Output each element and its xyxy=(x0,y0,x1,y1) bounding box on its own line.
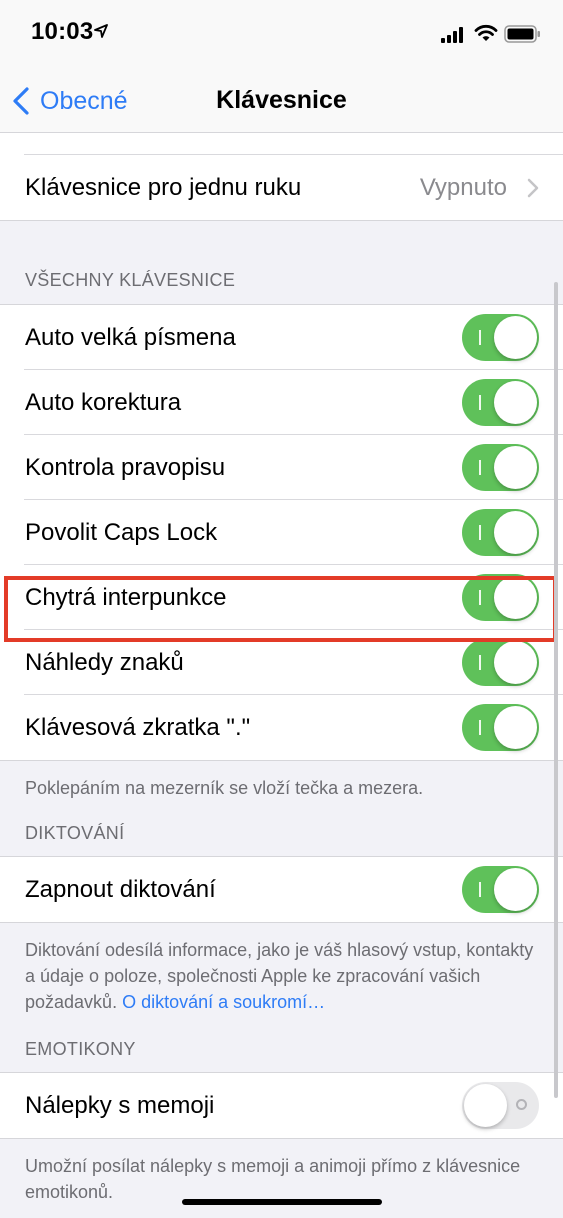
status-time: 10:03 xyxy=(31,18,94,45)
section-header-all-keyboards: VŠECHNY KLÁVESNICE xyxy=(25,270,236,290)
auto-capitalization-toggle[interactable] xyxy=(462,314,539,361)
page-title: Klávesnice xyxy=(216,86,347,114)
location-arrow-icon xyxy=(94,24,108,38)
row-label: Povolit Caps Lock xyxy=(25,518,218,546)
dictation-toggle[interactable] xyxy=(462,866,539,913)
emoji-footer: Umožní posílat nálepky s memoji a animoj… xyxy=(25,1156,521,1202)
row-label: Klávesová zkratka "." xyxy=(25,713,251,741)
settings-list: Klávesnice pro jednu ruku Vypnuto VŠECHN… xyxy=(0,133,563,1205)
all-keyboards-footer: Poklepáním na mezerník se vloží tečka a … xyxy=(25,778,424,798)
list-item-caps-lock: Povolit Caps Lock xyxy=(0,500,563,565)
dictation-privacy-link[interactable]: O diktování a soukromí… xyxy=(122,992,325,1012)
row-label: Nálepky s memoji xyxy=(25,1091,215,1119)
chevron-right-icon xyxy=(527,178,539,197)
row-label: Auto velká písmena xyxy=(25,323,236,351)
one-hand-keyboard-row[interactable]: Klávesnice pro jednu ruku Vypnuto xyxy=(0,155,563,220)
home-indicator[interactable] xyxy=(182,1199,382,1205)
caps-lock-toggle[interactable] xyxy=(462,509,539,556)
row-label: Náhledy znaků xyxy=(25,648,184,676)
spell-check-toggle[interactable] xyxy=(462,444,539,491)
section-header-dictation: DIKTOVÁNÍ xyxy=(25,823,125,843)
character-preview-toggle[interactable] xyxy=(462,639,539,686)
list-item-period-shortcut: Klávesová zkratka "." xyxy=(0,695,563,760)
dictation-group: Zapnout diktování xyxy=(0,856,563,923)
list-item-auto-capitalization: Auto velká písmena xyxy=(0,305,563,370)
one-hand-keyboard-value: Vypnuto xyxy=(419,173,507,201)
one-hand-group: Klávesnice pro jednu ruku Vypnuto xyxy=(0,155,563,221)
emoji-group: Nálepky s memoji xyxy=(0,1072,563,1139)
highlight-frame xyxy=(4,576,557,642)
one-hand-keyboard-label: Klávesnice pro jednu ruku xyxy=(25,173,302,201)
list-item-spell-check: Kontrola pravopisu xyxy=(0,435,563,500)
period-shortcut-toggle[interactable] xyxy=(462,704,539,751)
wifi-icon xyxy=(474,24,498,41)
status-bar: 10:03 xyxy=(0,0,563,68)
row-label: Kontrola pravopisu xyxy=(25,453,226,481)
auto-correction-toggle[interactable] xyxy=(462,379,539,426)
list-item-memoji-stickers: Nálepky s memoji xyxy=(0,1073,563,1138)
row-label: Auto korektura xyxy=(25,388,182,416)
section-header-emoji: EMOTIKONY xyxy=(25,1039,136,1059)
all-keyboards-group: Auto velká písmena Auto korektura Kontro… xyxy=(0,304,563,761)
cellular-signal-icon xyxy=(441,27,463,43)
scrollbar[interactable] xyxy=(554,282,558,1098)
list-item-dictation: Zapnout diktování xyxy=(0,857,563,922)
dictation-footer: Diktování odesílá informace, jako je váš… xyxy=(0,923,563,1015)
partial-row xyxy=(0,133,563,155)
list-item-auto-correction: Auto korektura xyxy=(0,370,563,435)
navigation-bar: Obecné Klávesnice xyxy=(0,68,563,133)
battery-icon xyxy=(504,25,540,43)
memoji-stickers-toggle[interactable] xyxy=(462,1082,539,1129)
row-label: Zapnout diktování xyxy=(25,875,216,903)
